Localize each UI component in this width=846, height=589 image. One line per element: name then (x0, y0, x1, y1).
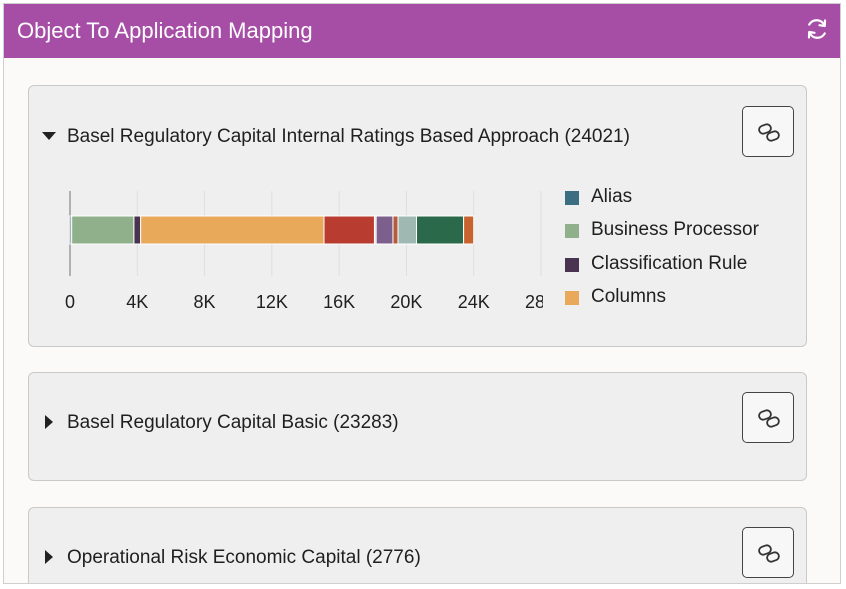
link-button[interactable] (742, 106, 794, 157)
bar-segment[interactable] (71, 215, 135, 245)
x-tick-label: 28K (525, 292, 543, 312)
panel-title: Object To Application Mapping (17, 18, 313, 43)
x-tick-label: 0 (65, 292, 75, 312)
link-icon (758, 544, 780, 563)
bar-segment[interactable] (392, 215, 399, 245)
x-tick-label: 16K (323, 292, 355, 312)
x-tick-label: 24K (458, 292, 490, 312)
legend-swatch (565, 258, 579, 272)
application-card: Basel Regulatory Capital Internal Rating… (28, 85, 807, 347)
legend-swatch (565, 191, 579, 205)
bar-segment[interactable] (323, 215, 375, 245)
card-title[interactable]: Basel Regulatory Capital Basic (23283) (67, 412, 399, 434)
x-tick-label: 12K (256, 292, 288, 312)
bar-segment[interactable] (397, 215, 418, 245)
x-tick-label: 8K (194, 292, 216, 312)
stacked-bar-chart: 0 4K 8K 12K 16K 20K 24K 28K (43, 186, 557, 321)
refresh-icon[interactable] (804, 16, 830, 42)
bar-segment[interactable] (416, 215, 465, 245)
legend-label: Business Processor (591, 219, 759, 240)
link-icon (758, 123, 780, 142)
application-card: Operational Risk Economic Capital (2776) (28, 507, 807, 583)
legend-label: Alias (591, 186, 633, 207)
link-button[interactable] (742, 392, 794, 443)
link-icon (758, 409, 780, 428)
caret-right-icon[interactable] (41, 414, 57, 430)
x-tick-label: 4K (126, 292, 148, 312)
card-title[interactable]: Basel Regulatory Capital Internal Rating… (67, 126, 630, 148)
bar-segment[interactable] (463, 215, 475, 245)
caret-right-icon[interactable] (41, 549, 57, 565)
bar-segment[interactable] (140, 215, 325, 245)
legend-swatch (565, 224, 579, 238)
panel-header: Object To Application Mapping (4, 4, 840, 58)
link-button[interactable] (742, 527, 794, 578)
card-title[interactable]: Operational Risk Economic Capital (2776) (67, 547, 421, 569)
legend-label: Columns (591, 286, 666, 307)
object-to-application-mapping-panel: Object To Application Mapping Basel Regu… (3, 3, 841, 584)
bar-segment[interactable] (133, 215, 142, 245)
legend-label: Classification Rule (591, 253, 748, 274)
caret-down-icon[interactable] (41, 128, 57, 144)
chart-svg: 0 4K 8K 12K 16K 20K 24K 28K (65, 191, 557, 312)
x-tick-label: 20K (390, 292, 422, 312)
legend-swatch (565, 291, 579, 305)
bar-segment[interactable] (375, 215, 394, 245)
application-card: Basel Regulatory Capital Basic (23283) (28, 372, 807, 481)
